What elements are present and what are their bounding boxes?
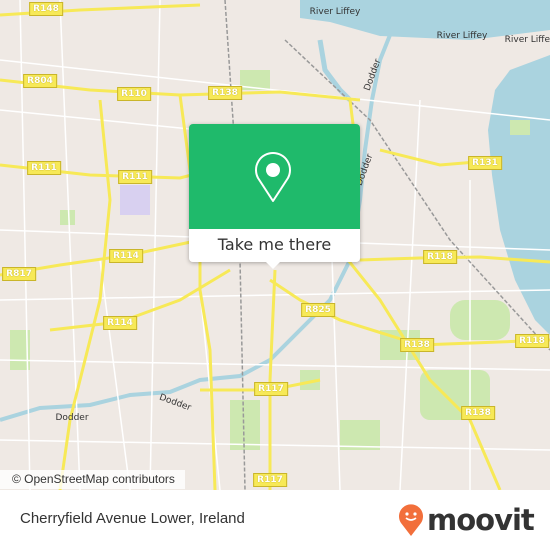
river-label: River Liffey	[309, 7, 361, 17]
road-shield: R117	[254, 382, 288, 396]
road-shield: R114	[103, 316, 137, 330]
road-shield: R138	[400, 338, 434, 352]
road-shield: R138	[461, 406, 495, 420]
map-pin-icon	[255, 152, 291, 202]
road-shield: R118	[515, 334, 549, 348]
map-attribution[interactable]: © OpenStreetMap contributors	[0, 470, 185, 489]
destination-popup: Take me there	[189, 124, 360, 269]
footer-bar: Cherryfield Avenue Lower, Ireland moovit	[0, 490, 550, 550]
river-label: Dodder	[55, 413, 89, 423]
map[interactable]: R148 R804 R110 R138 R111 R111 R114 R817 …	[0, 0, 550, 490]
road-shield: R111	[118, 170, 152, 184]
moovit-logo[interactable]: moovit	[398, 500, 535, 540]
popup-header	[189, 124, 360, 229]
road-shield: R118	[423, 250, 457, 264]
popup-pointer	[266, 262, 280, 269]
road-shield: R111	[27, 161, 61, 175]
brand-name: moovit	[427, 503, 535, 537]
river-label: River Liffey	[436, 31, 488, 41]
place-name: Cherryfield Avenue Lower, Ireland	[20, 510, 245, 527]
road-shield: R817	[2, 267, 36, 281]
road-shield: R138	[208, 86, 242, 100]
road-shield: R131	[468, 156, 502, 170]
road-shield: R110	[117, 87, 151, 101]
moovit-pin-icon	[399, 504, 423, 536]
take-me-there-button[interactable]: Take me there	[189, 229, 360, 262]
road-shield: R117	[253, 473, 287, 487]
road-shield: R148	[29, 2, 63, 16]
road-shield: R114	[109, 249, 143, 263]
road-shield: R825	[301, 303, 335, 317]
road-shield: R804	[23, 74, 57, 88]
river-label: River Liffey	[504, 35, 550, 45]
